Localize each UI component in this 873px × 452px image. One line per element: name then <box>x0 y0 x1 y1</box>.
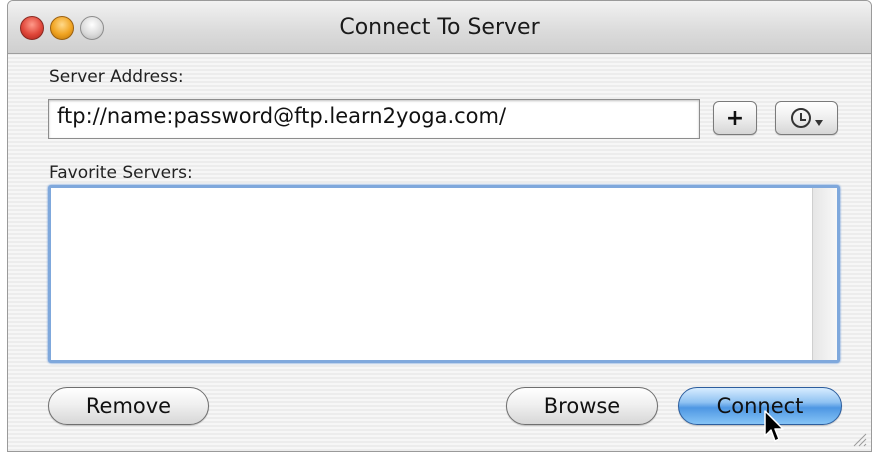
favorite-servers-label: Favorite Servers: <box>49 163 193 183</box>
server-address-input[interactable]: ftp://name:password@ftp.learn2yoga.com/ <box>48 99 700 139</box>
server-address-label: Server Address: <box>49 67 184 87</box>
clock-icon <box>790 108 811 128</box>
window-title: Connect To Server <box>339 15 540 40</box>
chevron-down-icon <box>814 120 823 126</box>
favorites-scrollbar[interactable] <box>812 188 837 360</box>
mouse-pointer-icon <box>764 410 784 442</box>
favorite-servers-list[interactable] <box>48 185 840 363</box>
title-bar[interactable]: Connect To Server <box>8 1 871 54</box>
browse-button[interactable]: Browse <box>506 387 658 425</box>
add-favorite-button[interactable]: + <box>713 101 757 135</box>
resize-grip-icon[interactable] <box>851 431 867 447</box>
remove-button[interactable]: Remove <box>48 387 209 425</box>
recent-servers-button[interactable] <box>775 101 838 135</box>
connect-to-server-window: Connect To Server Server Address: ftp://… <box>7 0 872 452</box>
connect-button[interactable]: Connect <box>678 387 842 425</box>
